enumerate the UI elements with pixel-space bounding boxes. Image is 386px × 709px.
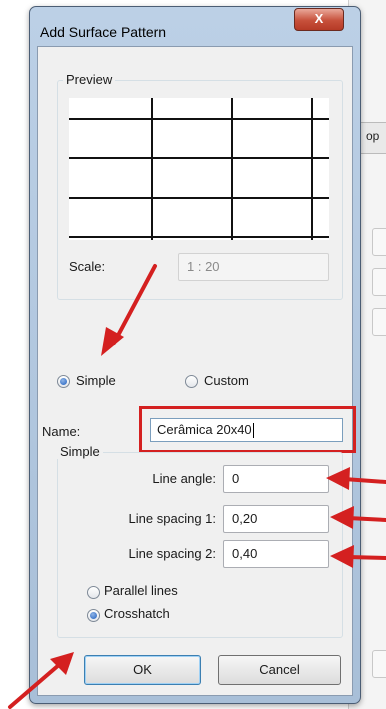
arrow-to-line-spacing-2-icon: [330, 545, 386, 568]
arrow-to-crosshatch-icon: [8, 652, 74, 709]
arrow-to-line-spacing-1-icon: [330, 506, 386, 529]
arrow-to-line-angle-icon: [326, 467, 386, 490]
arrow-to-simple-icon: [101, 264, 157, 356]
annotation-arrows: [8, 264, 386, 709]
